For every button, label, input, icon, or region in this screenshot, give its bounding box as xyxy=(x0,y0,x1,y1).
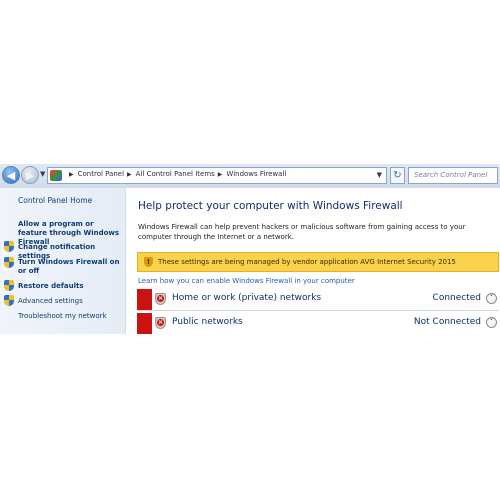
network-status: Not Connected xyxy=(413,317,481,327)
breadcrumb-separator-icon[interactable]: ▶ xyxy=(127,171,132,178)
control-panel-home-link[interactable]: Control Panel Home xyxy=(18,196,92,205)
breadcrumb-separator-icon[interactable]: ▶ xyxy=(69,171,74,178)
chevron-down-icon[interactable]: ˅ xyxy=(486,317,497,328)
shield-icon xyxy=(4,241,14,252)
shield-icon xyxy=(4,280,14,291)
page-description: Windows Firewall can help prevent hacker… xyxy=(138,223,466,241)
breadcrumb-control-panel[interactable]: Control Panel xyxy=(78,170,124,178)
back-arrow-icon: ◀ xyxy=(6,168,16,182)
restore-defaults-link[interactable]: Restore defaults xyxy=(18,282,84,291)
warning-shield-icon: ! xyxy=(144,257,153,267)
alert-bar xyxy=(137,289,152,310)
firewall-window: ◀ ▶ ▼ ▶ Control Panel ▶ All Control Panel I… xyxy=(0,164,500,334)
breadcrumb-separator-icon[interactable]: ▶ xyxy=(218,171,223,178)
network-status: Connected xyxy=(432,293,481,303)
alert-bar xyxy=(137,313,152,334)
network-row-private[interactable]: × Home or work (private) networks Connec… xyxy=(137,289,499,311)
refresh-icon: ↻ xyxy=(393,170,402,181)
search-input[interactable]: Search Control Panel xyxy=(408,167,498,184)
turn-firewall-on-off-link[interactable]: Turn Windows Firewall on or off xyxy=(18,258,122,276)
address-toolbar: ◀ ▶ ▼ ▶ Control Panel ▶ All Control Panel I… xyxy=(0,164,500,189)
chevron-down-icon[interactable]: ˅ xyxy=(486,293,497,304)
main-content: Help protect your computer with Windows … xyxy=(126,188,500,334)
network-row-public[interactable]: × Public networks Not Connected ˅ xyxy=(137,313,499,334)
recent-pages-dropdown-icon[interactable]: ▼ xyxy=(40,170,45,178)
firewall-off-shield-icon: × xyxy=(155,317,166,329)
firewall-off-shield-icon: × xyxy=(155,293,166,305)
refresh-button[interactable]: ↻ xyxy=(390,167,405,184)
address-dropdown-icon[interactable]: ▼ xyxy=(377,171,382,179)
control-panel-icon xyxy=(50,170,62,181)
page-title: Help protect your computer with Windows … xyxy=(138,200,403,212)
back-button[interactable]: ◀ xyxy=(2,166,20,184)
troubleshoot-network-link[interactable]: Troubleshoot my network xyxy=(18,312,107,321)
forward-arrow-icon: ▶ xyxy=(25,168,35,182)
breadcrumb: ▶ Control Panel ▶ All Control Panel Items ▶ W… xyxy=(66,170,286,178)
warning-text: These settings are being managed by vend… xyxy=(158,258,456,266)
address-bar[interactable]: ▶ Control Panel ▶ All Control Panel Items ▶ W… xyxy=(47,167,387,184)
search-placeholder: Search Control Panel xyxy=(414,171,488,179)
shield-icon xyxy=(4,257,14,268)
network-name: Public networks xyxy=(172,317,243,327)
advanced-settings-link[interactable]: Advanced settings xyxy=(18,297,83,306)
forward-button[interactable]: ▶ xyxy=(21,166,39,184)
enable-firewall-help-link[interactable]: Learn how you can enable Windows Firewal… xyxy=(138,277,355,285)
left-navigation-pane: Control Panel Home Allow a program or fe… xyxy=(0,188,126,334)
breadcrumb-all-items[interactable]: All Control Panel Items xyxy=(136,170,215,178)
vendor-warning-banner: ! These settings are being managed by ve… xyxy=(137,252,499,272)
network-name: Home or work (private) networks xyxy=(172,293,322,303)
breadcrumb-windows-firewall[interactable]: Windows Firewall xyxy=(226,170,286,178)
shield-icon xyxy=(4,295,14,306)
